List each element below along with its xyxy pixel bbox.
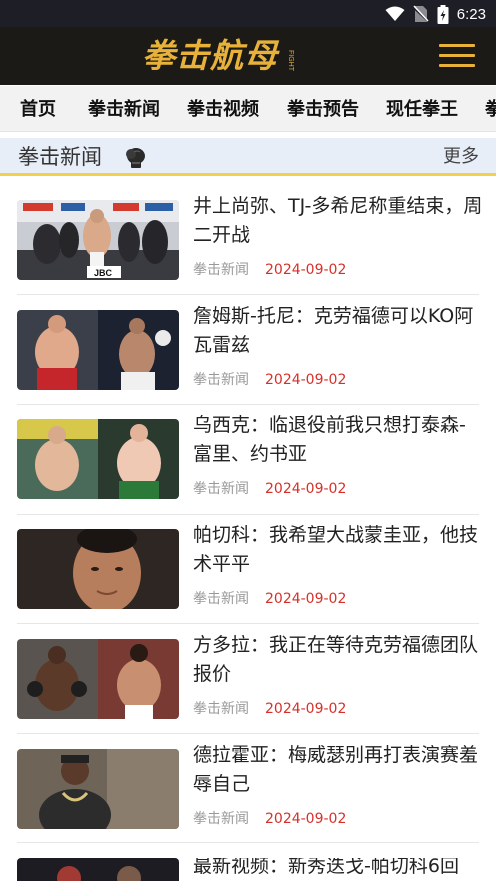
news-meta: 拳击新闻 2024-09-02 <box>193 699 346 719</box>
news-date: 2024-09-02 <box>265 811 347 827</box>
logo-sub-line: FIGHT <box>287 50 294 71</box>
logo-subtitle: FIGHT <box>284 50 296 71</box>
battery-icon <box>437 4 449 24</box>
news-category: 拳击新闻 <box>193 591 249 607</box>
news-category: 拳击新闻 <box>193 262 249 278</box>
news-thumbnail <box>17 858 179 881</box>
news-thumbnail: JBC <box>17 200 179 280</box>
section-header: 拳击新闻 更多 <box>0 138 496 176</box>
divider <box>17 623 479 624</box>
tab-home[interactable]: 首页 <box>20 86 56 131</box>
news-category: 拳击新闻 <box>193 481 249 497</box>
news-title[interactable]: 帕切科：我希望大战蒙圭亚，他技术平平 <box>193 521 483 579</box>
divider <box>17 294 479 295</box>
news-date: 2024-09-02 <box>265 701 347 717</box>
tab-boxing-preview[interactable]: 拳击预告 <box>287 86 359 131</box>
news-thumbnail <box>17 419 179 499</box>
news-title[interactable]: 井上尚弥、TJ-多希尼称重结束，周二开战 <box>193 192 483 250</box>
app-logo[interactable]: 拳击航母 FIGHT <box>142 33 296 79</box>
hamburger-menu-icon[interactable] <box>439 44 475 68</box>
tab-boxing-news[interactable]: 拳击新闻 <box>88 86 160 131</box>
news-date: 2024-09-02 <box>265 591 347 607</box>
divider <box>17 514 479 515</box>
tab-boxing-video[interactable]: 拳击视频 <box>187 86 259 131</box>
news-title[interactable]: 最新视频：新秀迭戈-帕切科6回 <box>193 858 483 881</box>
tab-more-overflow[interactable]: 拳 <box>485 86 496 131</box>
news-category: 拳击新闻 <box>193 372 249 388</box>
news-title[interactable]: 詹姆斯-托尼：克劳福德可以KO阿瓦雷兹 <box>193 302 483 360</box>
tab-current-champions[interactable]: 现任拳王 <box>386 86 458 131</box>
news-category: 拳击新闻 <box>193 701 249 717</box>
news-title[interactable]: 德拉霍亚：梅威瑟别再打表演赛羞辱自己 <box>193 741 483 799</box>
boxing-glove-icon <box>126 148 145 168</box>
wifi-icon <box>385 6 405 21</box>
news-meta: 拳击新闻 2024-09-02 <box>193 589 346 609</box>
news-thumbnail <box>17 529 179 609</box>
section-title: 拳击新闻 <box>18 145 102 169</box>
news-title[interactable]: 乌西克：临退役前我只想打泰森-富里、约书亚 <box>193 411 483 469</box>
news-meta: 拳击新闻 2024-09-02 <box>193 260 346 280</box>
status-time: 6:23 <box>456 5 486 23</box>
news-thumbnail <box>17 749 179 829</box>
news-date: 2024-09-02 <box>265 262 347 278</box>
divider <box>17 404 479 405</box>
news-category: 拳击新闻 <box>193 811 249 827</box>
news-item[interactable]: 乌西克：临退役前我只想打泰森-富里、约书亚 拳击新闻 2024-09-02 <box>0 414 496 529</box>
news-meta: 拳击新闻 2024-09-02 <box>193 479 346 499</box>
more-link[interactable]: 更多 <box>443 138 479 174</box>
news-meta: 拳击新闻 2024-09-02 <box>193 370 346 390</box>
logo-text: 拳击航母 <box>142 36 278 75</box>
news-thumbnail <box>17 639 179 719</box>
divider <box>17 733 479 734</box>
news-meta: 拳击新闻 2024-09-02 <box>193 809 346 829</box>
status-bar: 6:23 <box>0 0 496 27</box>
news-date: 2024-09-02 <box>265 481 347 497</box>
category-nav: 首页 拳击新闻 拳击视频 拳击预告 现任拳王 拳 <box>0 86 496 132</box>
news-item[interactable]: 最新视频：新秀迭戈-帕切科6回 <box>0 858 496 881</box>
news-date: 2024-09-02 <box>265 372 347 388</box>
news-thumbnail <box>17 310 179 390</box>
news-title[interactable]: 方多拉：我正在等待克劳福德团队报价 <box>193 631 483 689</box>
divider <box>17 842 479 843</box>
svg-text:JBC: JBC <box>94 268 113 278</box>
no-sim-icon <box>412 5 429 23</box>
